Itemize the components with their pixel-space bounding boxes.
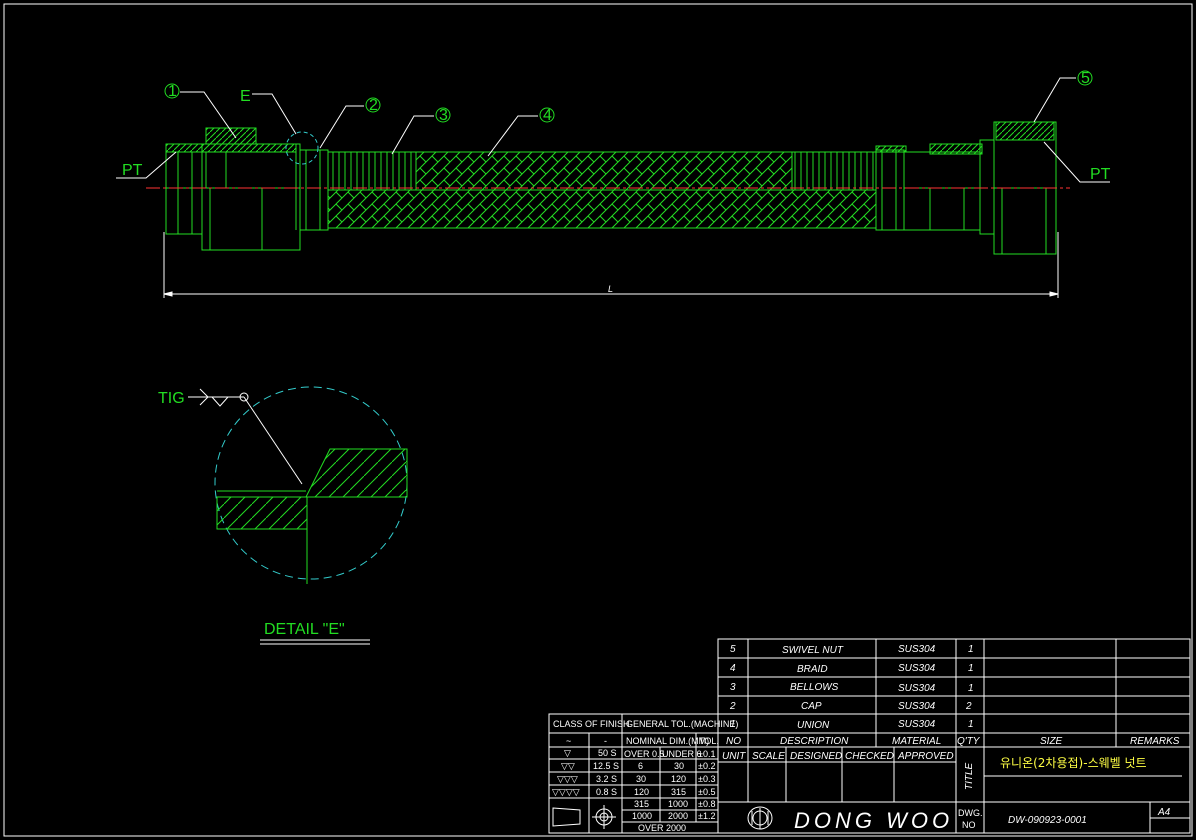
tol-under: 30 (674, 761, 684, 771)
balloon-5: 5 (1077, 70, 1093, 87)
svg-text:SIZE: SIZE (1040, 736, 1063, 747)
svg-text:1: 1 (968, 719, 974, 730)
finish-symbol: ▽▽ (561, 761, 575, 771)
finish-value: - (604, 736, 607, 746)
svg-text:REMARKS: REMARKS (1130, 736, 1180, 747)
balloon-4: 4 (539, 107, 555, 124)
tol-over: 1000 (632, 811, 652, 821)
finish-value: 0.8 S (596, 787, 617, 797)
svg-text:UNION: UNION (797, 720, 830, 731)
svg-text:4: 4 (543, 107, 552, 124)
svg-text:2: 2 (965, 701, 972, 712)
svg-text:BELLOWS: BELLOWS (790, 682, 839, 693)
detail-title: DETAIL "E" (264, 621, 345, 638)
tol-value: ±0.5 (698, 787, 715, 797)
svg-text:CAP: CAP (801, 701, 822, 712)
bom-header: NO DESCRIPTION MATERIAL Q'TY SIZE REMARK… (726, 736, 1180, 747)
tol-value: ±0.1 (698, 749, 715, 759)
svg-text:SUS304: SUS304 (898, 701, 936, 712)
drawing-title: 유니온(2차용접)-스웨벨 넛트 (1000, 756, 1147, 770)
finish-value: 12.5 S (593, 761, 619, 771)
bom-row: 1 UNION SUS304 1 (730, 719, 974, 731)
tol-under: UNDER 6 (662, 749, 702, 759)
finish-symbol: ▽▽▽▽ (552, 787, 580, 797)
svg-text:4: 4 (730, 663, 736, 674)
cad-drawing: L 1 E 2 3 4 5 PT PT TIG DETAIL "E" 5 SWI… (3, 3, 1193, 837)
tol-value: ±0.2 (698, 761, 715, 771)
svg-text:5: 5 (1081, 70, 1090, 87)
svg-text:1: 1 (968, 644, 974, 655)
finish-symbol: ▽ (564, 748, 571, 758)
svg-text:1: 1 (968, 663, 974, 674)
tol-under: 315 (671, 787, 686, 797)
tol-under: 1000 (668, 799, 688, 809)
tolerance-header: GENERAL TOL.(MACHINE) (626, 719, 738, 729)
svg-text:3: 3 (439, 107, 448, 124)
dimension-l-label: L (608, 284, 613, 294)
svg-text:SWIVEL NUT: SWIVEL NUT (782, 645, 844, 656)
tol-value: ±0.3 (698, 774, 715, 784)
finish-value: 50 S (598, 748, 617, 758)
finish-symbol: ~ (566, 736, 571, 746)
weld-label: TIG (158, 390, 185, 407)
checked-label: CHECKED (845, 751, 894, 762)
svg-text:BRAID: BRAID (797, 664, 828, 675)
balloon-2: 2 (365, 97, 381, 114)
svg-text:2: 2 (729, 701, 736, 712)
svg-text:5: 5 (730, 644, 736, 655)
tol-header: TOL. (699, 736, 719, 746)
tol-over: 6 (638, 761, 643, 771)
tol-over: 30 (636, 774, 646, 784)
company-logo (747, 806, 773, 830)
svg-text:1: 1 (168, 83, 177, 100)
svg-text:DESCRIPTION: DESCRIPTION (780, 736, 849, 747)
svg-text:1: 1 (968, 683, 974, 694)
finish-value: 3.2 S (596, 774, 617, 784)
nominal-header: NOMINAL DIM.(MM) (626, 736, 709, 746)
title-label: TITLE (964, 762, 975, 790)
svg-text:2: 2 (369, 97, 378, 114)
balloon-e: E (240, 88, 251, 105)
pt-left-label: PT (122, 162, 143, 179)
tol-over: 315 (634, 799, 649, 809)
svg-text:SUS304: SUS304 (898, 663, 936, 674)
unit-label: UNIT (722, 751, 746, 762)
sheet-size: A4 (1157, 807, 1171, 818)
tol-value: ±0.8 (698, 799, 715, 809)
projection-symbol (552, 805, 616, 829)
svg-text:3: 3 (730, 682, 736, 693)
pt-right-label: PT (1090, 166, 1111, 183)
tol-over: 120 (634, 787, 649, 797)
detail-e: TIG (158, 386, 408, 584)
dwg-no-label-line1: DWG. (958, 808, 983, 818)
finish-header: CLASS OF FINISH (553, 719, 630, 729)
designed-label: DESIGNED (790, 751, 842, 762)
bom-row: 2 CAP SUS304 2 (729, 701, 972, 712)
bom-row: 5 SWIVEL NUT SUS304 1 (730, 644, 974, 656)
finish-symbol: ▽▽▽ (557, 774, 578, 784)
tol-under: 120 (671, 774, 686, 784)
svg-text:Q'TY: Q'TY (957, 736, 981, 747)
tolerance-rows: OVER 0.5 UNDER 6 ±0.1 6 30 ±0.2 30 120 ±… (624, 749, 715, 833)
svg-text:MATERIAL: MATERIAL (892, 736, 941, 747)
scale-label: SCALE (752, 751, 785, 762)
drawing-number: DW-090923-0001 (1008, 815, 1087, 826)
svg-text:SUS304: SUS304 (898, 644, 936, 655)
tol-over: OVER 0.5 (624, 749, 665, 759)
dwg-no-label-line2: NO (962, 820, 976, 830)
approved-label: APPROVED (897, 751, 954, 762)
finish-rows: ~ - ▽ 50 S ▽▽ 12.5 S ▽▽▽ 3.2 S ▽▽▽▽ 0.8 … (552, 736, 619, 797)
svg-text:SUS304: SUS304 (898, 719, 936, 730)
balloon-3: 3 (435, 107, 451, 124)
svg-text:SUS304: SUS304 (898, 683, 936, 694)
svg-text:NO: NO (726, 736, 741, 747)
company-name: DONG WOO (794, 808, 953, 833)
tol-under: 2000 (668, 811, 688, 821)
tol-last: OVER 2000 (638, 823, 686, 833)
tol-value: ±1.2 (698, 811, 715, 821)
bom-row: 4 BRAID SUS304 1 (730, 663, 974, 675)
bom-row: 3 BELLOWS SUS304 1 (730, 682, 974, 694)
balloon-1: 1 (164, 83, 180, 100)
